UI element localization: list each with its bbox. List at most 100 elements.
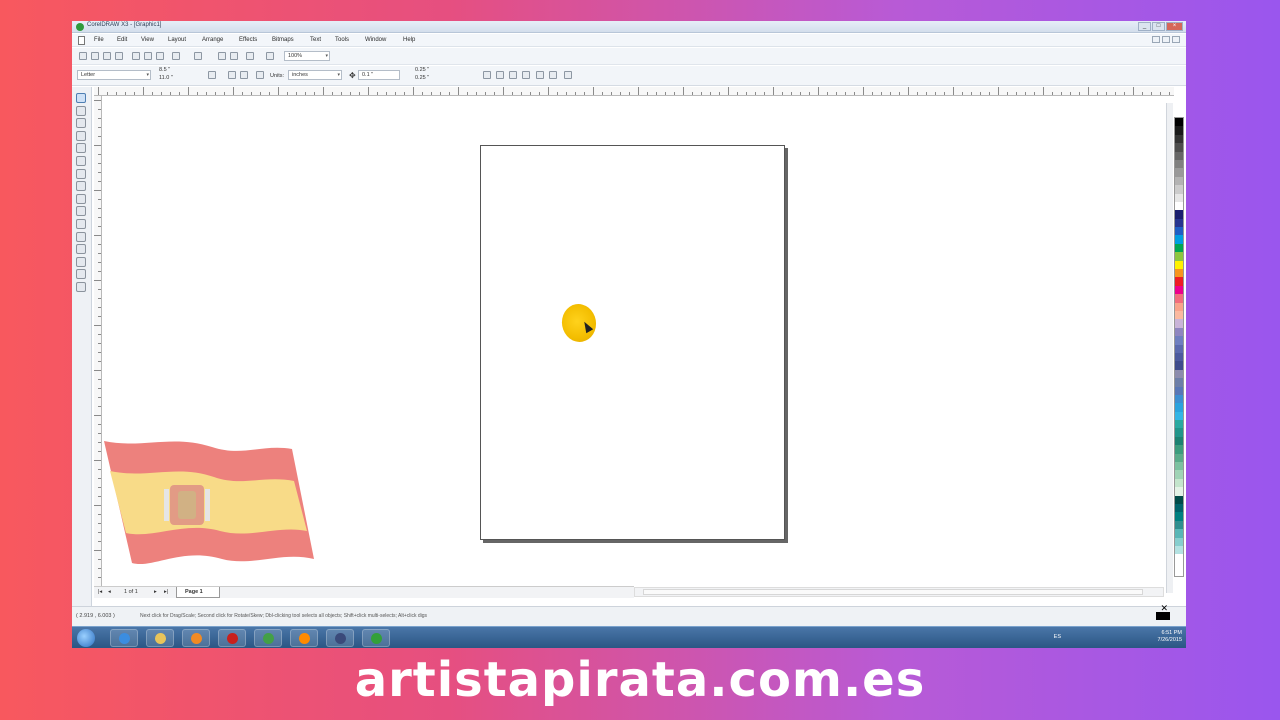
last-page-icon[interactable]: ▸| xyxy=(164,589,168,595)
color-swatch[interactable] xyxy=(1175,537,1183,546)
menu-effects[interactable]: Effects xyxy=(239,37,257,43)
minimize-button[interactable]: _ xyxy=(1138,22,1151,31)
paste-icon[interactable] xyxy=(156,52,164,60)
vertical-scrollbar[interactable] xyxy=(1166,103,1173,593)
color-swatch[interactable] xyxy=(1175,327,1183,337)
taskbar-vlc-button[interactable] xyxy=(290,629,318,647)
all-pages-icon[interactable] xyxy=(256,71,264,79)
redo-icon[interactable] xyxy=(194,52,202,60)
color-swatch[interactable] xyxy=(1175,294,1183,303)
menu-layout[interactable]: Layout xyxy=(168,37,186,43)
maximize-button[interactable]: □ xyxy=(1152,22,1165,31)
units-dropdown[interactable]: inches ▾ xyxy=(288,70,342,80)
color-swatch[interactable] xyxy=(1175,428,1183,437)
color-swatch[interactable] xyxy=(1175,185,1183,194)
zoom-tool-icon[interactable] xyxy=(76,130,86,141)
horizontal-ruler[interactable] xyxy=(94,87,1174,96)
system-clock[interactable]: 6:51 PM 7/26/2015 xyxy=(1158,630,1182,644)
color-swatch[interactable] xyxy=(1175,445,1183,454)
nudge-distance-field[interactable]: 0.1 " xyxy=(358,70,400,80)
color-swatch[interactable] xyxy=(1175,386,1183,395)
color-swatch[interactable] xyxy=(1175,310,1183,320)
welcome-screen-icon[interactable] xyxy=(266,52,274,60)
paper-size-dropdown[interactable]: Letter ▾ xyxy=(77,70,151,80)
horizontal-scrollbar[interactable] xyxy=(634,587,1164,597)
page-height-field[interactable]: 11.0 " xyxy=(156,75,192,83)
copy-icon[interactable] xyxy=(144,52,152,60)
new-icon[interactable] xyxy=(79,52,87,60)
color-swatch[interactable] xyxy=(1175,201,1183,211)
smart-fill-tool-icon[interactable] xyxy=(76,156,86,166)
menu-window[interactable]: Window xyxy=(365,37,386,43)
open-icon[interactable] xyxy=(91,52,99,60)
duplicate-x-field[interactable]: 0.25 " xyxy=(412,67,446,75)
color-swatch[interactable] xyxy=(1175,436,1183,446)
dynamic-guides-icon[interactable] xyxy=(522,71,530,79)
vertical-ruler[interactable] xyxy=(94,96,102,593)
color-swatch[interactable] xyxy=(1175,176,1183,186)
color-swatch[interactable] xyxy=(1175,319,1183,328)
taskbar-coreldraw-button[interactable] xyxy=(362,629,390,647)
color-swatch[interactable] xyxy=(1175,453,1183,463)
color-swatch[interactable] xyxy=(1175,411,1183,421)
color-swatch[interactable] xyxy=(1175,260,1183,270)
app-launcher-icon[interactable] xyxy=(246,52,254,60)
zoom-level-dropdown[interactable]: 100% ▾ xyxy=(284,51,330,61)
menu-view[interactable]: View xyxy=(141,37,154,43)
ellipse-tool-icon[interactable] xyxy=(76,181,86,192)
drawing-page[interactable] xyxy=(480,145,785,540)
color-swatch[interactable] xyxy=(1175,151,1183,160)
page-tab[interactable]: Page 1 xyxy=(176,587,220,598)
color-swatch[interactable] xyxy=(1175,235,1183,244)
color-swatch[interactable] xyxy=(1175,520,1183,530)
color-swatch[interactable] xyxy=(1175,269,1183,278)
color-swatch[interactable] xyxy=(1175,529,1183,538)
portrait-orientation-icon[interactable] xyxy=(228,71,236,79)
freehand-tool-icon[interactable] xyxy=(76,143,86,154)
taskbar-chrome-button[interactable] xyxy=(254,629,282,647)
page-width-field[interactable]: 8.5 " xyxy=(156,67,192,75)
color-swatch[interactable] xyxy=(1175,193,1183,202)
color-swatch[interactable] xyxy=(1175,470,1183,479)
save-icon[interactable] xyxy=(103,52,111,60)
color-swatch[interactable] xyxy=(1175,352,1183,362)
menu-file[interactable]: File xyxy=(94,37,104,43)
close-button[interactable]: × xyxy=(1166,22,1183,31)
cut-icon[interactable] xyxy=(132,52,140,60)
menu-text[interactable]: Text xyxy=(310,37,321,43)
color-swatch[interactable] xyxy=(1175,495,1183,504)
color-swatch[interactable] xyxy=(1175,487,1183,496)
shape-tool-icon[interactable] xyxy=(76,105,86,116)
color-swatch[interactable] xyxy=(1175,243,1183,253)
taskbar-record-app-button[interactable] xyxy=(218,629,246,647)
color-swatch[interactable] xyxy=(1175,134,1183,144)
polygon-tool-icon[interactable] xyxy=(76,193,86,204)
color-swatch[interactable] xyxy=(1175,143,1183,152)
snap-grid-icon[interactable] xyxy=(483,71,491,79)
undo-icon[interactable] xyxy=(172,52,180,60)
color-swatch[interactable] xyxy=(1175,118,1183,127)
color-swatch[interactable] xyxy=(1175,218,1183,228)
fill-tool-icon[interactable] xyxy=(76,269,86,280)
taskbar-media-player-button[interactable] xyxy=(182,629,210,647)
color-swatch[interactable] xyxy=(1175,512,1183,521)
color-swatch[interactable] xyxy=(1175,420,1183,429)
color-swatch[interactable] xyxy=(1175,503,1183,513)
color-swatch[interactable] xyxy=(1175,277,1183,286)
doc-restore-button[interactable] xyxy=(1162,36,1170,43)
menu-help[interactable]: Help xyxy=(403,37,415,43)
taskbar-app-orb-button[interactable] xyxy=(326,629,354,647)
next-page-icon[interactable]: ▸ xyxy=(154,589,157,595)
menu-arrange[interactable]: Arrange xyxy=(202,37,223,43)
color-swatch[interactable] xyxy=(1175,344,1183,353)
previous-page-icon[interactable]: ◂ xyxy=(108,589,111,595)
treat-as-filled-icon[interactable] xyxy=(536,71,544,79)
scrollbar-thumb[interactable] xyxy=(643,589,1143,595)
first-page-icon[interactable]: |◂ xyxy=(98,589,102,595)
eyedropper-tool-icon[interactable] xyxy=(76,244,86,255)
outline-tool-icon[interactable] xyxy=(76,256,86,267)
color-swatch[interactable] xyxy=(1175,403,1183,412)
color-swatch[interactable] xyxy=(1175,369,1183,379)
fill-color-indicator[interactable] xyxy=(1156,612,1170,620)
doc-close-button[interactable] xyxy=(1172,36,1180,43)
